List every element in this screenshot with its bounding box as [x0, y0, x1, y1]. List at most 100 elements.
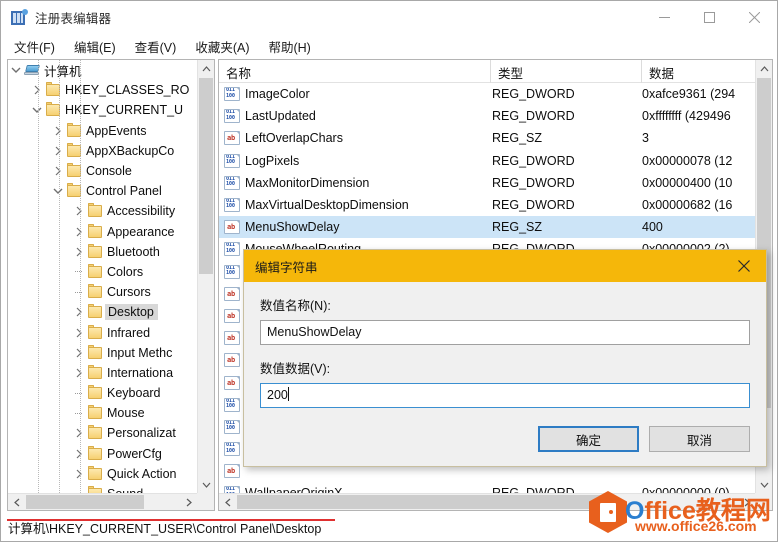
tree-hscrollbar-thumb[interactable]	[26, 495, 144, 509]
column-header-name[interactable]: 名称	[219, 60, 491, 83]
chevron-right-icon[interactable]	[71, 302, 86, 322]
tree-scroll-up-icon[interactable]	[198, 60, 214, 77]
tree-item-sound[interactable]: Sound	[8, 484, 197, 493]
chevron-right-icon[interactable]	[71, 343, 86, 363]
column-header-type[interactable]: 类型	[491, 60, 642, 83]
table-row[interactable]: 011 100 ImageColor REG_DWORD 0xafce9361 (294	[219, 83, 755, 105]
list-scroll-left-icon[interactable]	[219, 494, 236, 510]
tree-scroll-right-icon[interactable]	[180, 494, 197, 510]
folder-icon	[86, 302, 105, 322]
cancel-button[interactable]: 取消	[649, 426, 750, 452]
chevron-right-icon[interactable]	[71, 222, 86, 242]
chevron-down-icon[interactable]	[29, 100, 44, 120]
chevron-right-icon[interactable]	[50, 141, 65, 161]
menu-item-help[interactable]: 帮助(H)	[264, 35, 319, 58]
tree-scroll-left-icon[interactable]	[8, 494, 25, 510]
folder-icon	[86, 323, 105, 343]
tree-item-[interactable]: 计算机	[8, 60, 197, 80]
tree-item-input-methc[interactable]: Input Methc	[8, 343, 197, 363]
column-header-data[interactable]: 数据	[642, 60, 755, 83]
tree-item-accessibility[interactable]: Accessibility	[8, 201, 197, 221]
tree-item-bluetooth[interactable]: Bluetooth	[8, 242, 197, 262]
value-name: LeftOverlapChars	[245, 131, 343, 146]
table-row[interactable]: 011 100 MaxMonitorDimension REG_DWORD 0x0000…	[219, 172, 755, 194]
chevron-down-icon[interactable]	[50, 181, 65, 201]
tree-item-powercfg[interactable]: PowerCfg	[8, 444, 197, 464]
maximize-icon[interactable]	[687, 1, 732, 34]
menu-item-edit[interactable]: 编辑(E)	[70, 35, 125, 58]
table-row[interactable]: 011 100 LogPixels REG_DWORD 0x00000078 (12	[219, 150, 755, 172]
status-path-underline-annotation	[7, 519, 335, 521]
tree-item-label: Infrared	[107, 325, 151, 340]
table-row[interactable]: ab MenuShowDelay REG_SZ 400	[219, 216, 755, 239]
chevron-right-icon[interactable]	[71, 242, 86, 262]
window-controls	[642, 1, 777, 34]
tree-item-cursors[interactable]: Cursors	[8, 282, 197, 302]
table-row[interactable]: 011 100 LastUpdated REG_DWORD 0xffffffff (42…	[219, 105, 755, 127]
list-scroll-up-icon[interactable]	[756, 60, 772, 77]
tree-item-mouse[interactable]: Mouse	[8, 403, 197, 423]
dialog-spacer	[260, 345, 750, 358]
tree-item-infrared[interactable]: Infrared	[8, 322, 197, 342]
chevron-down-icon[interactable]	[8, 60, 23, 80]
chevron-right-icon[interactable]	[71, 363, 86, 383]
list-hscrollbar-thumb[interactable]	[237, 495, 607, 509]
minimize-icon[interactable]	[642, 1, 687, 34]
dialog-close-icon[interactable]	[721, 250, 766, 282]
tree-item-label: Input Methc	[107, 345, 173, 360]
tree-item-quick-action[interactable]: Quick Action	[8, 464, 197, 484]
menu-item-file[interactable]: 文件(F)	[10, 35, 64, 58]
tree-item-internationa[interactable]: Internationa	[8, 363, 197, 383]
tree-horizontal-scrollbar[interactable]	[8, 493, 214, 510]
tree-item-hkey-current-u[interactable]: HKEY_CURRENT_U	[8, 100, 197, 120]
table-row[interactable]: 011100WallpaperOriginXREG_DWORD0x0000000…	[219, 482, 755, 493]
tree-item-personalizat[interactable]: Personalizat	[8, 423, 197, 443]
tree-item-console[interactable]: Console	[8, 161, 197, 181]
string-value-icon: ab	[224, 375, 240, 390]
tree-item-control-panel[interactable]: Control Panel	[8, 181, 197, 201]
folder-icon	[86, 343, 105, 363]
tree-item-keyboard[interactable]: Keyboard	[8, 383, 197, 403]
chevron-right-icon[interactable]	[50, 121, 65, 141]
chevron-right-icon[interactable]	[71, 444, 86, 464]
folder-icon	[86, 464, 105, 484]
chevron-right-icon[interactable]	[50, 161, 65, 181]
list-scroll-down-icon[interactable]	[756, 476, 772, 493]
tree-item-colors[interactable]: Colors	[8, 262, 197, 282]
tree-item-label: PowerCfg	[107, 446, 162, 461]
list-horizontal-scrollbar[interactable]	[219, 493, 772, 510]
menu-item-view[interactable]: 查看(V)	[131, 35, 186, 58]
table-row[interactable]: ab LeftOverlapChars REG_SZ 3	[219, 127, 755, 149]
close-icon[interactable]	[732, 1, 777, 34]
value-name-input[interactable]: MenuShowDelay	[260, 320, 750, 345]
tree-scrollbar-thumb[interactable]	[199, 78, 213, 274]
cell-type: REG_DWORD	[492, 198, 575, 213]
folder-icon	[86, 222, 105, 242]
tree-item-appevents[interactable]: AppEvents	[8, 121, 197, 141]
folder-icon	[86, 363, 105, 383]
chevron-right-icon[interactable]	[71, 323, 86, 343]
tree-leaf-marker	[71, 262, 86, 282]
table-row[interactable]: 011 100 MaxVirtualDesktopDimension REG_DWOR…	[219, 194, 755, 216]
tree-item-desktop[interactable]: Desktop	[8, 302, 197, 322]
tree-scroll-down-icon[interactable]	[198, 476, 214, 493]
chevron-right-icon[interactable]	[71, 423, 86, 443]
value-name: MenuShowDelay	[245, 220, 340, 235]
chevron-right-icon[interactable]	[29, 80, 44, 100]
tree-item-label: HKEY_CURRENT_U	[65, 103, 184, 118]
tree-item-hkey-classes-ro[interactable]: HKEY_CLASSES_RO	[8, 80, 197, 100]
tree-leaf-marker	[71, 282, 86, 302]
list-scroll-right-icon[interactable]	[738, 494, 755, 510]
status-bar: 计算机\HKEY_CURRENT_USER\Control Panel\Desk…	[1, 513, 777, 541]
ok-button[interactable]: 确定	[538, 426, 639, 452]
tree-item-label: Desktop	[105, 304, 158, 321]
value-data-input[interactable]: 200	[260, 383, 750, 408]
chevron-right-icon[interactable]	[71, 464, 86, 484]
chevron-right-icon[interactable]	[71, 201, 86, 221]
tree-item-label: Personalizat	[107, 426, 176, 441]
tree-scroll-area[interactable]: 计算机 HKEY_CLASSES_RO HKEY_CURRENT_U AppEvent…	[8, 60, 197, 493]
tree-vertical-scrollbar[interactable]	[197, 60, 214, 493]
tree-item-appearance[interactable]: Appearance	[8, 222, 197, 242]
tree-item-appxbackupco[interactable]: AppXBackupCo	[8, 141, 197, 161]
menu-item-favorites[interactable]: 收藏夹(A)	[191, 35, 258, 58]
